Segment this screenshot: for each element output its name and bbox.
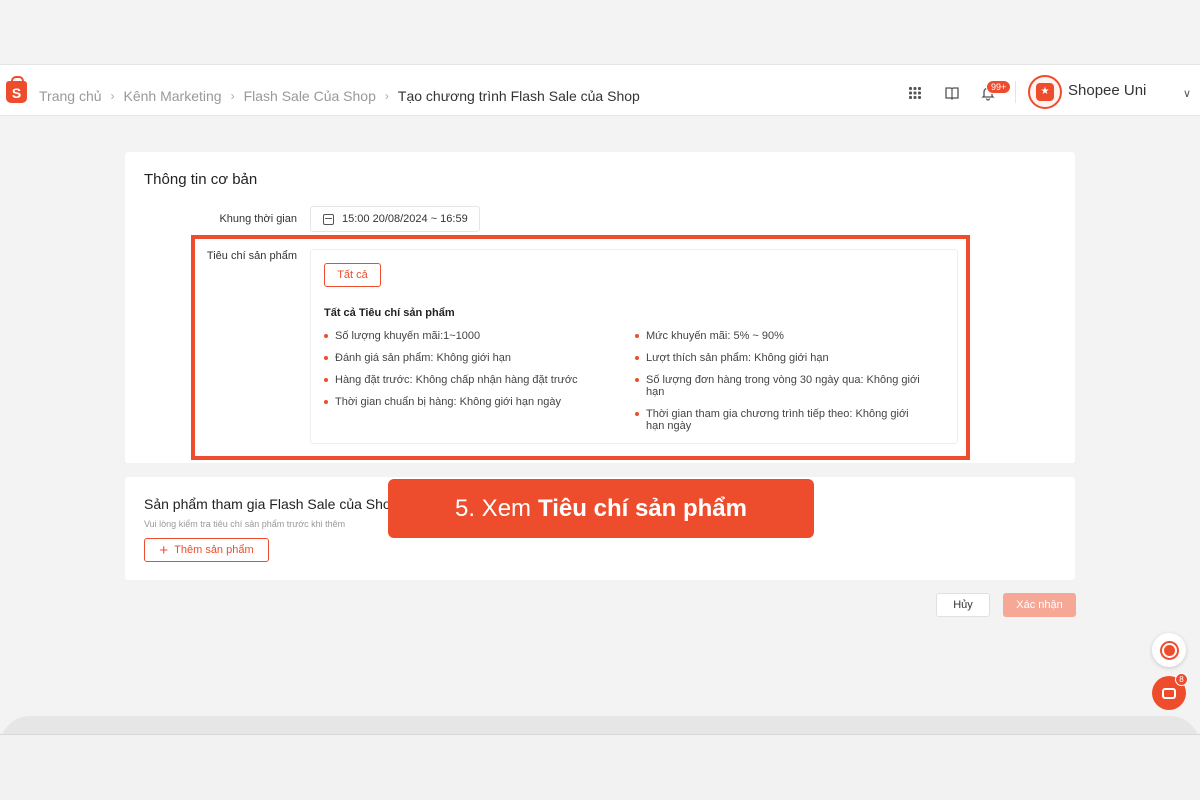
apps-grid-icon[interactable] xyxy=(907,85,923,101)
header-divider xyxy=(1015,81,1016,103)
notification-badge: 99+ xyxy=(986,80,1012,94)
breadcrumb-marketing[interactable]: Kênh Marketing xyxy=(124,88,222,104)
chat-badge: 8 xyxy=(1175,673,1188,686)
breadcrumb-home[interactable]: Trang chủ xyxy=(39,88,102,104)
add-product-button[interactable]: + Thêm sản phẩm xyxy=(144,538,269,562)
banner-prefix: 5. Xem xyxy=(455,494,532,522)
basic-info-title: Thông tin cơ bản xyxy=(144,171,258,188)
add-product-label: Thêm sản phẩm xyxy=(174,544,254,556)
avatar[interactable]: ★ xyxy=(1028,75,1062,109)
cancel-button[interactable]: Hủy xyxy=(936,593,990,617)
record-icon xyxy=(1161,642,1177,658)
products-hint: Vui lòng kiểm tra tiêu chí sản phẩm trướ… xyxy=(144,519,346,529)
products-title: Sản phẩm tham gia Flash Sale của Sho xyxy=(144,496,391,512)
shopee-logo-icon[interactable]: S xyxy=(6,76,27,103)
user-name[interactable]: Shopee Uni xyxy=(1068,82,1146,99)
time-frame-value: 15:00 20/08/2024 ~ 16:59 xyxy=(342,213,468,225)
chevron-right-icon: › xyxy=(384,89,389,103)
chat-icon xyxy=(1162,687,1176,699)
plus-icon: + xyxy=(159,541,169,559)
banner-emphasis: Tiêu chí sản phẩm xyxy=(538,494,747,522)
calendar-icon xyxy=(323,213,334,225)
book-icon[interactable] xyxy=(944,85,960,101)
chevron-right-icon: › xyxy=(230,89,235,103)
breadcrumb-current: Tạo chương trình Flash Sale của Shop xyxy=(397,88,640,104)
criteria-highlight-frame xyxy=(191,235,970,460)
breadcrumb: Trang chủ › Kênh Marketing › Flash Sale … xyxy=(39,88,640,104)
live-record-button[interactable] xyxy=(1152,633,1186,667)
tutorial-step-banner: 5. Xem Tiêu chí sản phẩm xyxy=(388,479,814,538)
breadcrumb-flash-sale[interactable]: Flash Sale Của Shop xyxy=(244,88,376,104)
confirm-button[interactable]: Xác nhận xyxy=(1003,593,1076,617)
top-navigation-bar: S Trang chủ › Kênh Marketing › Flash Sal… xyxy=(0,64,1200,116)
bottom-frame-base xyxy=(0,734,1200,800)
time-frame-field[interactable]: 15:00 20/08/2024 ~ 16:59 xyxy=(310,206,480,232)
time-frame-label: Khung thời gian xyxy=(219,213,297,225)
chevron-down-icon[interactable]: ∨ xyxy=(1183,87,1191,100)
chevron-right-icon: › xyxy=(110,89,115,103)
shop-badge-icon: ★ xyxy=(1036,83,1054,101)
